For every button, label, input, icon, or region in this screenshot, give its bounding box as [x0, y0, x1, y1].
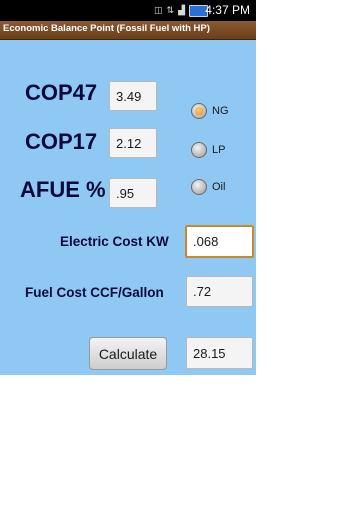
cop47-value: 3.49 [116, 88, 142, 104]
calculate-button[interactable]: Calculate [89, 337, 167, 370]
radio-ng-label: NG [212, 105, 229, 117]
afue-value: .95 [116, 185, 135, 201]
result-value: 28.15 [193, 345, 226, 361]
radio-oil-indicator [191, 179, 207, 195]
radio-ng-indicator [191, 103, 207, 119]
status-bar: ◫ ⇅ ▟ 4:37 PM [0, 0, 256, 21]
cop17-input[interactable]: 2.12 [109, 128, 157, 158]
wifi-icon: ⇅ [166, 5, 175, 16]
status-time: 4:37 PM [205, 3, 250, 17]
app-title-bar: Economic Balance Point (Fossil Fuel with… [0, 21, 256, 40]
radio-lp-label: LP [212, 144, 226, 156]
cop47-label: COP47 [25, 80, 98, 105]
fuel-cost-input[interactable]: .72 [186, 276, 253, 307]
status-icons: ◫ ⇅ ▟ [154, 3, 208, 18]
radio-ng[interactable]: NG [191, 103, 229, 119]
electric-cost-input[interactable]: .068 [185, 225, 254, 258]
radio-lp-indicator [191, 142, 207, 158]
fuel-cost-label: Fuel Cost CCF/Gallon [25, 285, 164, 300]
form-panel: COP47 3.49 COP17 2.12 AFUE % .95 NG LP O… [0, 40, 256, 375]
app-title: Economic Balance Point (Fossil Fuel with… [3, 23, 210, 34]
afue-input[interactable]: .95 [109, 178, 157, 208]
phone-screen: ◫ ⇅ ▟ 4:37 PM Economic Balance Point (Fo… [0, 0, 256, 509]
vibrate-icon: ◫ [154, 5, 163, 16]
electric-cost-value: .068 [193, 234, 219, 249]
fuel-cost-value: .72 [193, 284, 212, 299]
cop17-label: COP17 [25, 129, 98, 154]
radio-oil-label: Oil [212, 181, 226, 193]
radio-oil[interactable]: Oil [191, 179, 225, 195]
result-field: 28.15 [186, 337, 253, 369]
signal-icon: ▟ [178, 5, 185, 16]
electric-cost-label: Electric Cost KW [60, 234, 169, 249]
afue-label: AFUE % [20, 177, 106, 202]
cop17-value: 2.12 [116, 135, 142, 151]
radio-lp[interactable]: LP [191, 142, 225, 158]
cop47-input[interactable]: 3.49 [109, 81, 157, 111]
